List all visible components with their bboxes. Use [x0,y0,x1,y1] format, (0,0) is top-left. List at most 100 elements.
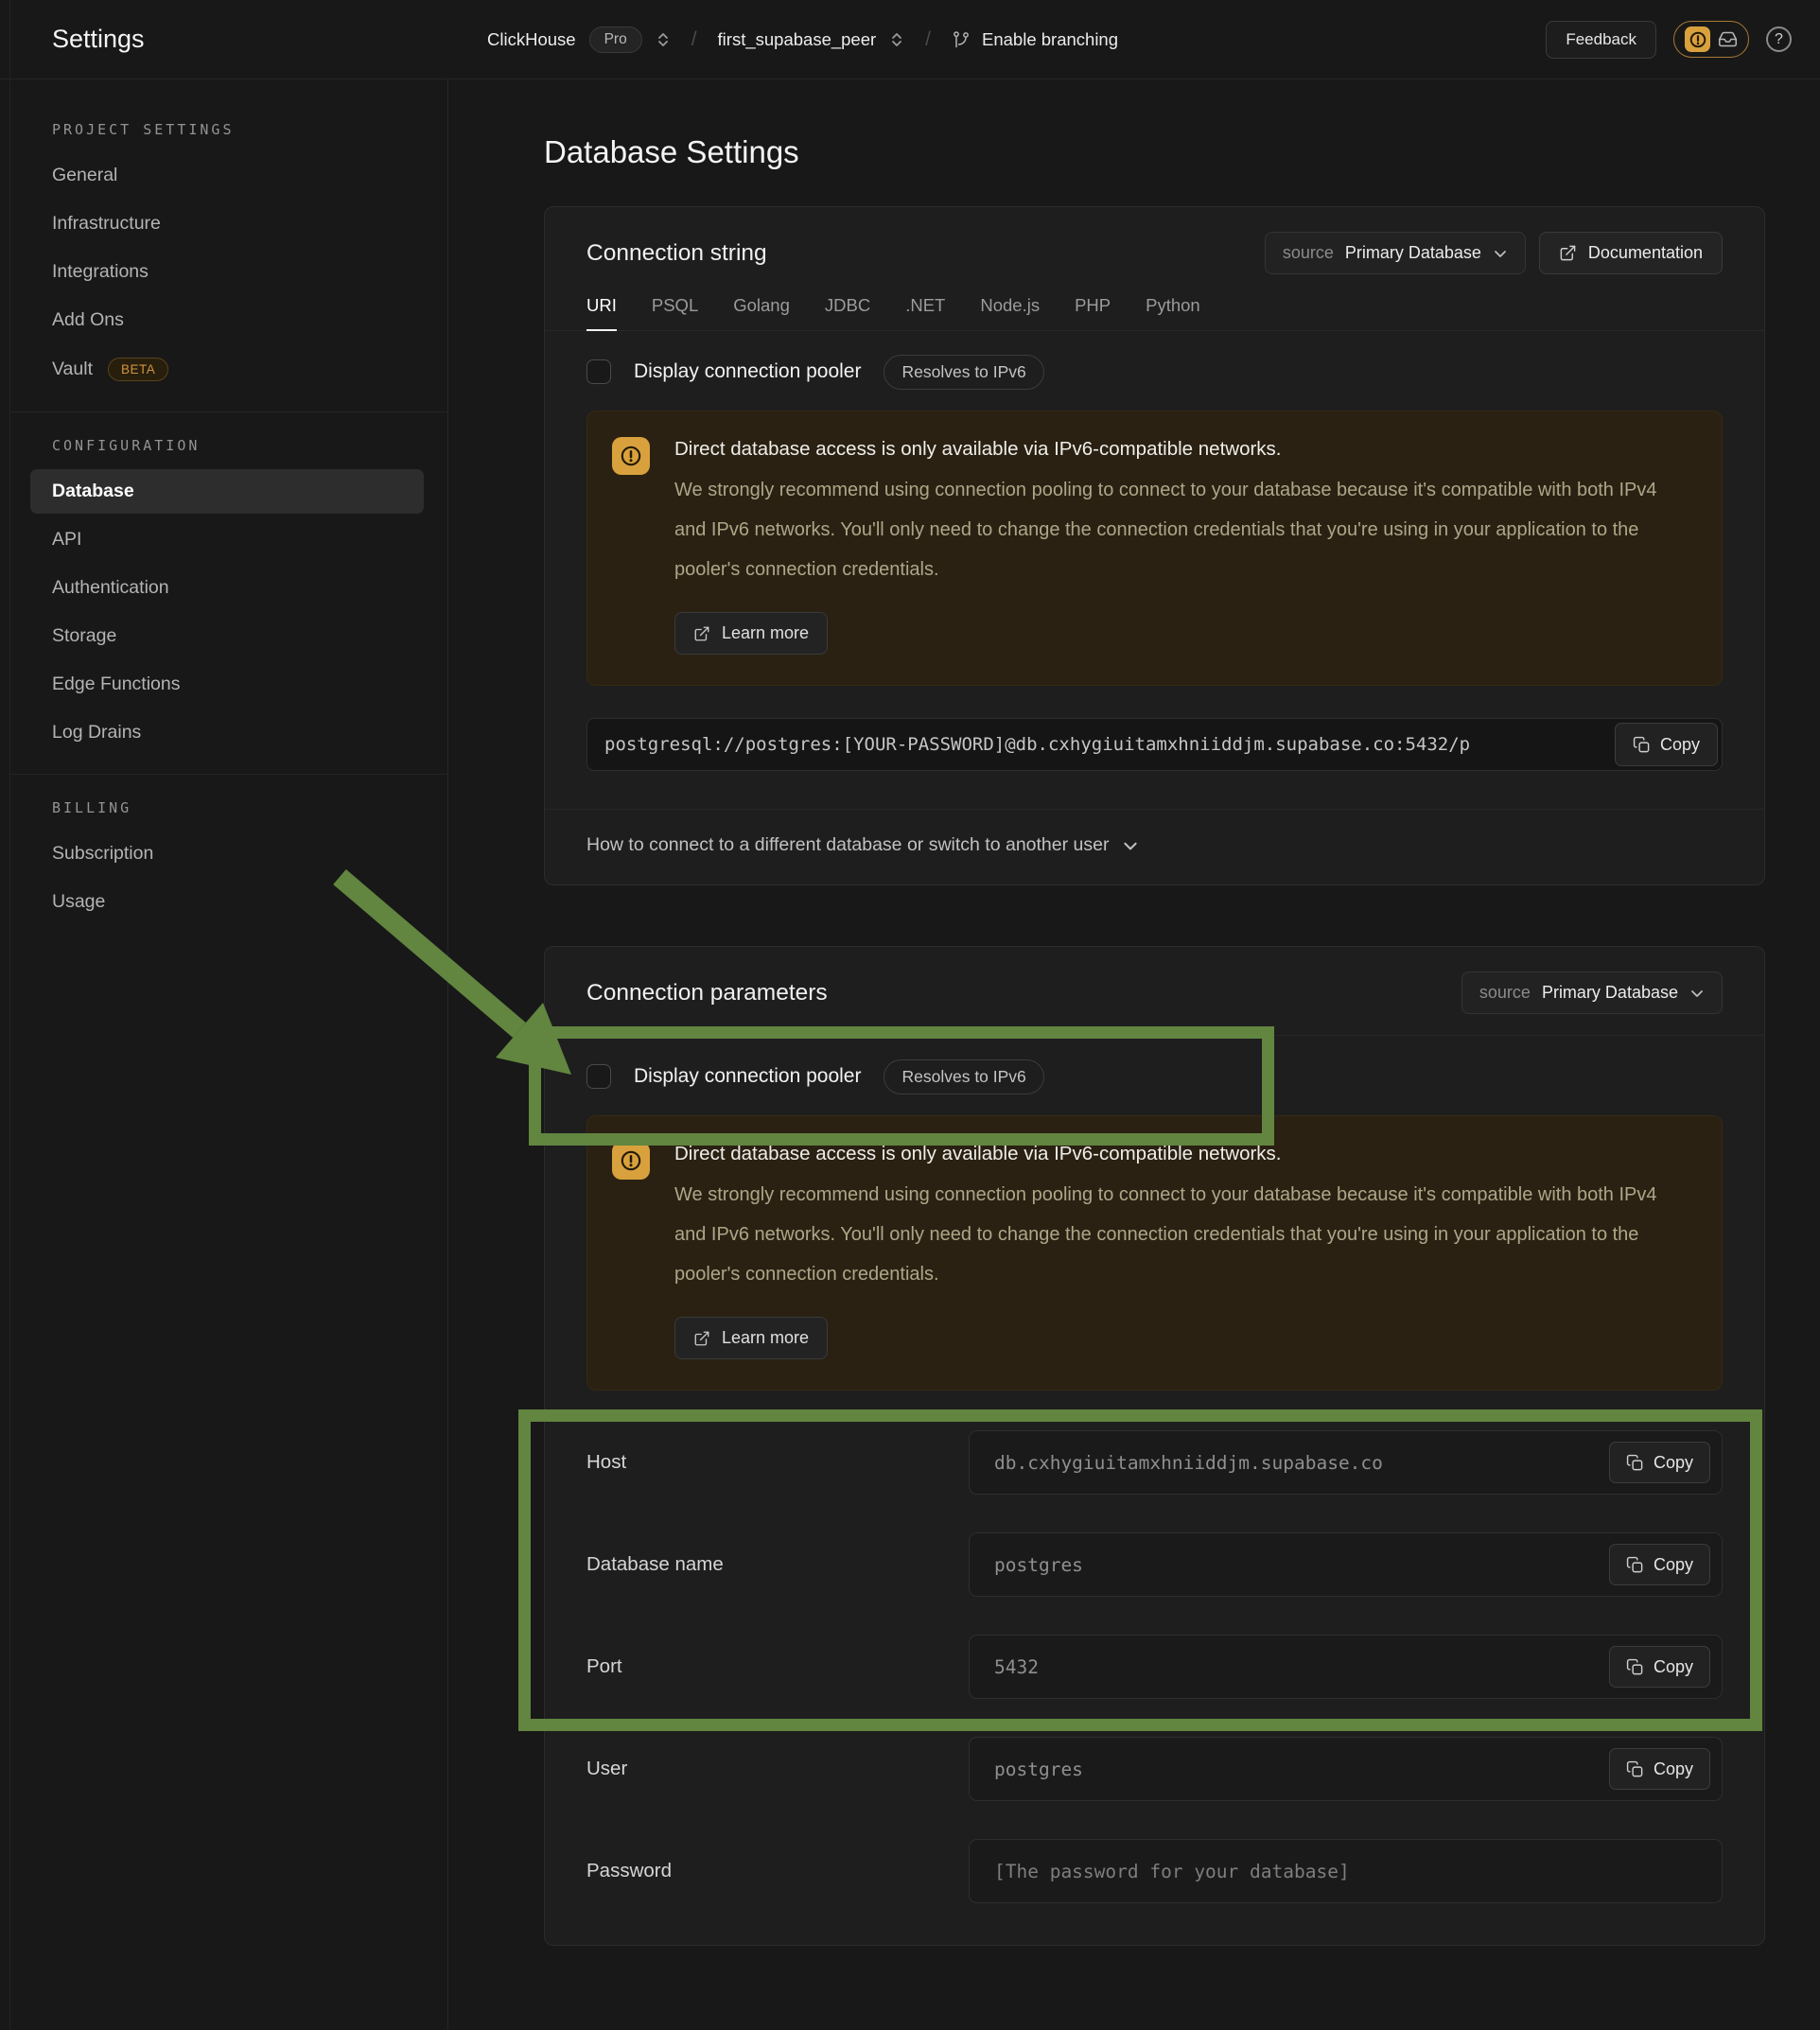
chevron-down-icon [1493,246,1508,261]
documentation-button[interactable]: Documentation [1539,232,1723,274]
host-row: Host db.cxhygiuitamxhniiddjm.supabase.co… [586,1430,1723,1495]
copy-port-button[interactable]: Copy [1609,1646,1710,1688]
copy-label: Copy [1654,1657,1693,1677]
enable-branching-button[interactable]: Enable branching [952,29,1118,50]
ipv6-warning-banner: Direct database access is only available… [586,1115,1723,1391]
password-label: Password [586,1860,969,1882]
source-select[interactable]: source Primary Database [1265,232,1526,274]
host-value: db.cxhygiuitamxhniiddjm.supabase.co [994,1452,1383,1474]
breadcrumb: ClickHouse Pro / first_supabase_peer / E… [487,26,1118,53]
project-name[interactable]: first_supabase_peer [718,29,877,50]
database-name-row: Database name postgres Copy [586,1532,1723,1597]
chevron-down-icon [1122,837,1139,854]
connection-parameters-card: Connection parameters source Primary Dat… [544,946,1765,1946]
host-input[interactable]: db.cxhygiuitamxhniiddjm.supabase.co Copy [969,1430,1723,1495]
display-connection-pooler-checkbox[interactable] [586,1064,611,1089]
sidebar-item-authentication[interactable]: Authentication [10,564,447,612]
project-selector-chevrons-icon[interactable] [889,30,904,49]
pooler-toggle-row: Display connection pooler Resolves to IP… [545,331,1764,386]
port-input[interactable]: 5432 Copy [969,1635,1723,1699]
user-input[interactable]: postgres Copy [969,1737,1723,1801]
sidebar-item-storage[interactable]: Storage [10,612,447,660]
sidebar-item-add-ons[interactable]: Add Ons [10,296,447,344]
sidebar-item-label: Infrastructure [52,213,161,235]
learn-more-button[interactable]: Learn more [674,1317,828,1359]
sidebar-item-infrastructure[interactable]: Infrastructure [10,200,447,248]
password-input[interactable]: [The password for your database] [969,1839,1723,1903]
section-label-billing: BILLING [10,782,447,830]
connection-string-header: Connection string source Primary Databas… [545,207,1764,274]
tab-nodejs[interactable]: Node.js [980,295,1040,330]
copy-host-button[interactable]: Copy [1609,1442,1710,1483]
sidebar-item-label: Log Drains [52,722,141,744]
org-name[interactable]: ClickHouse [487,29,576,50]
git-branch-icon [952,30,971,49]
copy-uri-button[interactable]: Copy [1615,723,1718,766]
database-name-value: postgres [994,1554,1083,1576]
tab-python[interactable]: Python [1146,295,1200,330]
main-content: Database Settings Connection string sour… [448,79,1820,2030]
sidebar-item-label: Integrations [52,261,149,283]
sidebar-item-label: Edge Functions [52,674,181,695]
display-connection-pooler-checkbox[interactable] [586,359,611,384]
section-label-configuration: CONFIGURATION [10,420,447,467]
tab-php[interactable]: PHP [1075,295,1111,330]
notifications-button[interactable] [1673,21,1749,58]
header-actions: Feedback ? [1546,21,1792,59]
connection-parameters-title: Connection parameters [586,980,1461,1006]
beta-badge: BETA [108,358,168,381]
warning-badge-icon [1685,26,1710,52]
database-name-input[interactable]: postgres Copy [969,1532,1723,1597]
connection-string-card: Connection string source Primary Databas… [544,206,1765,885]
sidebar-item-database[interactable]: Database [30,469,424,514]
sidebar-item-label: Add Ons [52,309,124,331]
sidebar-divider [10,774,447,775]
copy-database-name-button[interactable]: Copy [1609,1544,1710,1585]
user-row: User postgres Copy [586,1737,1723,1801]
warning-body: We strongly recommend using connection p… [674,1175,1687,1294]
sidebar-item-usage[interactable]: Usage [10,878,447,926]
sidebar-item-vault[interactable]: Vault BETA [10,344,447,394]
learn-more-label: Learn more [722,623,809,643]
tab-psql[interactable]: PSQL [652,295,698,330]
tab-dotnet[interactable]: .NET [905,295,945,330]
warning-title: Direct database access is only available… [674,1137,1687,1165]
sidebar-item-integrations[interactable]: Integrations [10,248,447,296]
port-row: Port 5432 Copy [586,1635,1723,1699]
settings-sidebar: PROJECT SETTINGS General Infrastructure … [10,79,448,2030]
connection-uri-value[interactable]: postgresql://postgres:[YOUR-PASSWORD]@db… [586,718,1723,771]
tab-jdbc[interactable]: JDBC [825,295,870,330]
tab-uri[interactable]: URI [586,295,617,331]
section-label-project-settings: PROJECT SETTINGS [10,104,447,151]
ipv6-warning-banner: Direct database access is only available… [586,411,1723,686]
sidebar-item-label: Database [52,481,134,502]
sidebar-divider [10,411,447,412]
help-button[interactable]: ? [1766,26,1792,52]
connection-uri-row: postgresql://postgres:[YOUR-PASSWORD]@db… [586,718,1723,771]
sidebar-item-subscription[interactable]: Subscription [10,830,447,878]
tab-golang[interactable]: Golang [733,295,790,330]
warning-content: Direct database access is only available… [674,432,1687,655]
sidebar-item-general[interactable]: General [10,151,447,200]
copy-label: Copy [1660,735,1700,755]
source-select[interactable]: source Primary Database [1461,971,1723,1014]
copy-user-button[interactable]: Copy [1609,1748,1710,1790]
warning-body: We strongly recommend using connection p… [674,470,1687,589]
learn-more-label: Learn more [722,1328,809,1348]
copy-icon [1626,1556,1644,1574]
user-value: postgres [994,1759,1083,1780]
plan-badge[interactable]: Pro [589,26,642,53]
user-label: User [586,1758,969,1780]
learn-more-button[interactable]: Learn more [674,612,828,655]
org-selector-chevrons-icon[interactable] [656,30,671,49]
sidebar-item-edge-functions[interactable]: Edge Functions [10,660,447,709]
chevron-down-icon [1689,986,1705,1001]
feedback-button[interactable]: Feedback [1546,21,1656,59]
connect-help-disclosure[interactable]: How to connect to a different database o… [545,810,1764,884]
alert-icon [612,1142,650,1180]
inbox-icon [1718,29,1738,49]
copy-icon [1633,736,1651,754]
copy-icon [1626,1658,1644,1676]
sidebar-item-api[interactable]: API [10,516,447,564]
sidebar-item-log-drains[interactable]: Log Drains [10,709,447,757]
